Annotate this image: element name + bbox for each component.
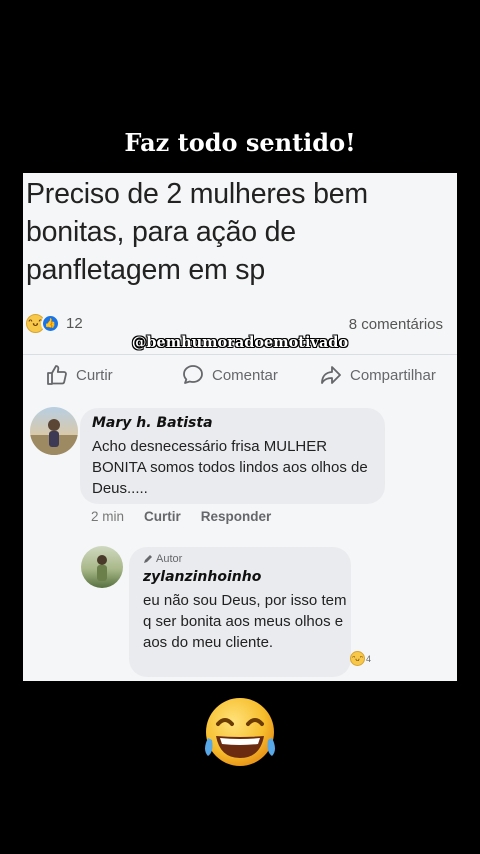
- reply-bubble: Autor zylanzinhoinho eu não sou Deus, po…: [129, 547, 351, 677]
- pencil-icon: [144, 555, 152, 563]
- comment-bubble: Mary h. Batista Acho desnecessário frisa…: [80, 408, 385, 504]
- comment-like-link[interactable]: Curtir: [144, 509, 181, 524]
- share-button-label: Compartilhar: [350, 366, 436, 384]
- avatar[interactable]: [81, 546, 123, 588]
- post-actions-bar: Curtir Comentar Compartilhar: [23, 363, 457, 397]
- divider: [23, 354, 457, 355]
- comment-button[interactable]: Comentar: [181, 363, 278, 387]
- like-button[interactable]: Curtir: [45, 363, 113, 387]
- laughing-tears-emoji-icon: [205, 698, 275, 766]
- haha-reaction-icon: ᵔᴗᵔ: [350, 651, 365, 666]
- comment-reply-link[interactable]: Responder: [201, 509, 272, 524]
- share-arrow-icon: [321, 366, 341, 384]
- comments-count-link[interactable]: 8 comentários: [349, 316, 443, 333]
- reply-reactions[interactable]: ᵔᴗᵔ 4: [350, 651, 371, 666]
- author-badge: Autor: [143, 553, 182, 565]
- comment-author[interactable]: Mary h. Batista: [92, 415, 213, 431]
- thumbs-up-icon: [47, 365, 67, 385]
- comment-time: 2 min: [91, 509, 125, 524]
- reply-reaction-count: 4: [366, 653, 372, 664]
- author-badge-label: Autor: [156, 553, 183, 565]
- avatar[interactable]: [30, 407, 78, 455]
- headline-caption: Faz todo sentido!: [124, 128, 356, 157]
- reply-author[interactable]: zylanzinhoinho: [143, 569, 261, 585]
- reaction-count: 12: [66, 315, 83, 332]
- comment-text: Acho desnecessário frisa MULHER BONITA s…: [92, 438, 368, 497]
- comment-bubble-icon: [183, 365, 203, 384]
- post-text: Preciso de 2 mulheres bem bonitas, para …: [26, 178, 368, 286]
- share-button[interactable]: Compartilhar: [319, 363, 436, 387]
- like-button-label: Curtir: [76, 366, 113, 384]
- comment-meta: 2 min Curtir Responder: [91, 509, 271, 524]
- post-reactions[interactable]: ᵔᴗᵔ 👍 12: [26, 314, 83, 333]
- like-reaction-icon: 👍: [41, 314, 60, 333]
- facebook-post-card: Preciso de 2 mulheres bem bonitas, para …: [23, 173, 457, 681]
- comment-button-label: Comentar: [212, 366, 278, 384]
- reply-text: eu não sou Deus, por isso tem q ser boni…: [143, 592, 347, 651]
- watermark: @bemhumoradoemotivado: [131, 334, 349, 351]
